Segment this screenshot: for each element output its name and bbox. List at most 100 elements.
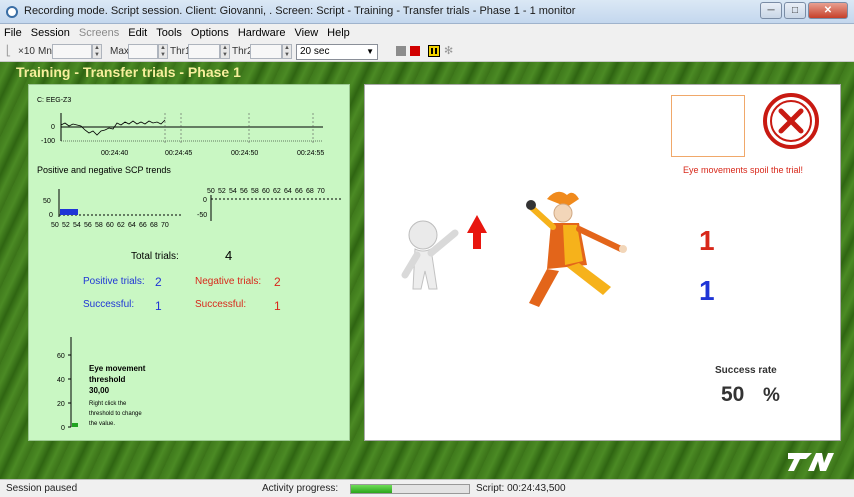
multiplier-label[interactable]: ×10 <box>18 44 35 59</box>
neg-trend-x-tick: 60 <box>262 188 270 195</box>
eye-tick: 0 <box>61 425 65 432</box>
max-label: Max <box>110 46 129 57</box>
menu-hardware[interactable]: Hardware <box>238 27 286 39</box>
pos-trend-y-tick: 0 <box>49 212 53 219</box>
negative-trend-chart: 50 52 54 56 58 60 62 64 66 68 70 0 -50 <box>197 188 341 221</box>
eye-tick: 60 <box>57 353 65 360</box>
min-spinner[interactable]: ▲ ▼ <box>92 44 102 59</box>
negative-trials-label: Negative trials: <box>195 276 262 287</box>
trends-title: Positive and negative SCP trends <box>37 165 171 175</box>
eye-tick: 40 <box>57 377 65 384</box>
eye-tick: 20 <box>57 401 65 408</box>
total-trials-label: Total trials: <box>131 251 179 262</box>
neg-trend-x-tick: 68 <box>306 188 314 195</box>
stop-gray-button[interactable] <box>396 46 406 56</box>
chevron-down-icon: ▼ <box>366 47 374 56</box>
pos-trend-x-tick: 68 <box>150 222 158 229</box>
toolbar: ⎣ ×10 Mn ▲ ▼ Max ▲ ▼ Thr1 ▲ ▼ Thr2 ▲ ▼ 20 se… <box>0 42 854 62</box>
close-button[interactable]: ✕ <box>808 2 848 19</box>
settings-gear-icon[interactable]: ✻ <box>444 44 453 59</box>
success-rate-unit: % <box>763 385 780 406</box>
neg-trend-x-tick: 50 <box>207 188 215 195</box>
neg-trend-x-tick: 62 <box>273 188 281 195</box>
eye-threshold-hint: threshold to change <box>89 411 142 417</box>
pos-trend-y-tick: 50 <box>43 198 51 205</box>
scale-grip-icon: ⎣ <box>6 46 11 57</box>
positive-trials-value: 2 <box>155 275 162 289</box>
status-bar: Session paused Activity progress: Script… <box>0 479 854 497</box>
maximize-button[interactable]: □ <box>784 2 806 19</box>
max-field[interactable] <box>128 44 158 59</box>
thr1-field[interactable] <box>188 44 220 59</box>
positive-successful-value: 1 <box>155 299 162 313</box>
pos-trend-x-tick: 54 <box>73 222 81 229</box>
company-logo <box>786 449 836 473</box>
success-rate-value: 50 <box>721 383 745 406</box>
negative-trials-value: 2 <box>274 275 281 289</box>
pos-trend-x-tick: 64 <box>128 222 136 229</box>
thr1-spinner[interactable]: ▲ ▼ <box>220 44 230 59</box>
menu-edit[interactable]: Edit <box>128 27 147 39</box>
trial-spoiled-icon <box>763 93 819 149</box>
page-title: Training - Transfer trials - Phase 1 <box>16 64 241 80</box>
interval-value: 20 sec <box>300 46 330 57</box>
script-time: Script: 00:24:43,500 <box>476 483 566 494</box>
activity-progress-fill <box>351 485 393 493</box>
activity-progress-label: Activity progress: <box>262 483 339 494</box>
neg-trend-y-tick: -50 <box>197 212 207 219</box>
max-spinner[interactable]: ▲ ▼ <box>158 44 168 59</box>
channel-label: C: EEG-Z3 <box>37 97 72 104</box>
title-bar: Recording mode. Script session. Client: … <box>0 0 854 24</box>
pause-button[interactable] <box>428 45 440 57</box>
neg-trend-x-tick: 58 <box>251 188 259 195</box>
total-trials-value: 4 <box>225 248 233 263</box>
pos-trend-x-tick: 56 <box>84 222 92 229</box>
minimize-button[interactable]: ─ <box>760 2 782 19</box>
feedback-screen: Eye movements spoil the trial! 1 1 Succe… <box>364 84 841 441</box>
interval-select[interactable]: 20 sec ▼ <box>296 44 378 60</box>
menu-session[interactable]: Session <box>31 27 70 39</box>
menu-view[interactable]: View <box>295 27 319 39</box>
positive-trend-bar <box>60 209 78 215</box>
counter-blue: 1 <box>699 275 715 306</box>
menu-help[interactable]: Help <box>327 27 350 39</box>
pos-trend-x-tick: 70 <box>161 222 169 229</box>
pos-trend-x-tick: 62 <box>117 222 125 229</box>
eye-threshold-title-2: threshold <box>89 375 126 384</box>
session-status: Session paused <box>6 483 78 494</box>
eye-threshold-title: Eye movement <box>89 364 146 373</box>
neg-trend-x-tick: 64 <box>284 188 292 195</box>
menu-file[interactable]: File <box>4 27 22 39</box>
neg-trend-x-tick: 56 <box>240 188 248 195</box>
eeg-y-tick: 0 <box>51 124 55 131</box>
pos-trend-x-tick: 58 <box>95 222 103 229</box>
pos-trend-x-tick: 52 <box>62 222 70 229</box>
neg-trend-x-tick: 52 <box>218 188 226 195</box>
app-icon <box>6 6 18 18</box>
min-label: Mn <box>38 46 52 57</box>
eeg-x-tick: 00:24:45 <box>165 150 192 157</box>
min-field[interactable] <box>52 44 92 59</box>
eye-movement-warning: Eye movements spoil the trial! <box>683 165 804 175</box>
eye-threshold-value: 30,00 <box>89 386 110 395</box>
eye-threshold-gauge[interactable]: 60 40 20 0 <box>55 333 85 433</box>
pos-trend-x-tick: 66 <box>139 222 147 229</box>
success-rate-label: Success rate <box>715 365 777 376</box>
eeg-chart: 0 -100 00:24:40 00:24:45 00:24:50 00:24:… <box>41 113 324 157</box>
menu-options[interactable]: Options <box>191 27 229 39</box>
eeg-y-tick: -100 <box>41 138 55 145</box>
positive-trials-label: Positive trials: <box>83 276 145 287</box>
menu-screens: Screens <box>78 27 120 39</box>
eye-level-bar <box>72 423 78 427</box>
pos-trend-x-tick: 60 <box>106 222 114 229</box>
menu-tools[interactable]: Tools <box>156 27 182 39</box>
feedback-info-panel: C: EEG-Z3 0 -100 00:24:40 00:24:45 00:24… <box>28 84 350 441</box>
negative-successful-label: Successful: <box>195 299 247 310</box>
pos-trend-x-tick: 50 <box>51 222 59 229</box>
thr2-field[interactable] <box>250 44 282 59</box>
neg-trend-x-tick: 70 <box>317 188 325 195</box>
thr2-spinner[interactable]: ▲ ▼ <box>282 44 292 59</box>
eeg-x-tick: 00:24:50 <box>231 150 258 157</box>
up-arrow-icon <box>467 215 487 249</box>
record-button[interactable] <box>410 46 420 56</box>
